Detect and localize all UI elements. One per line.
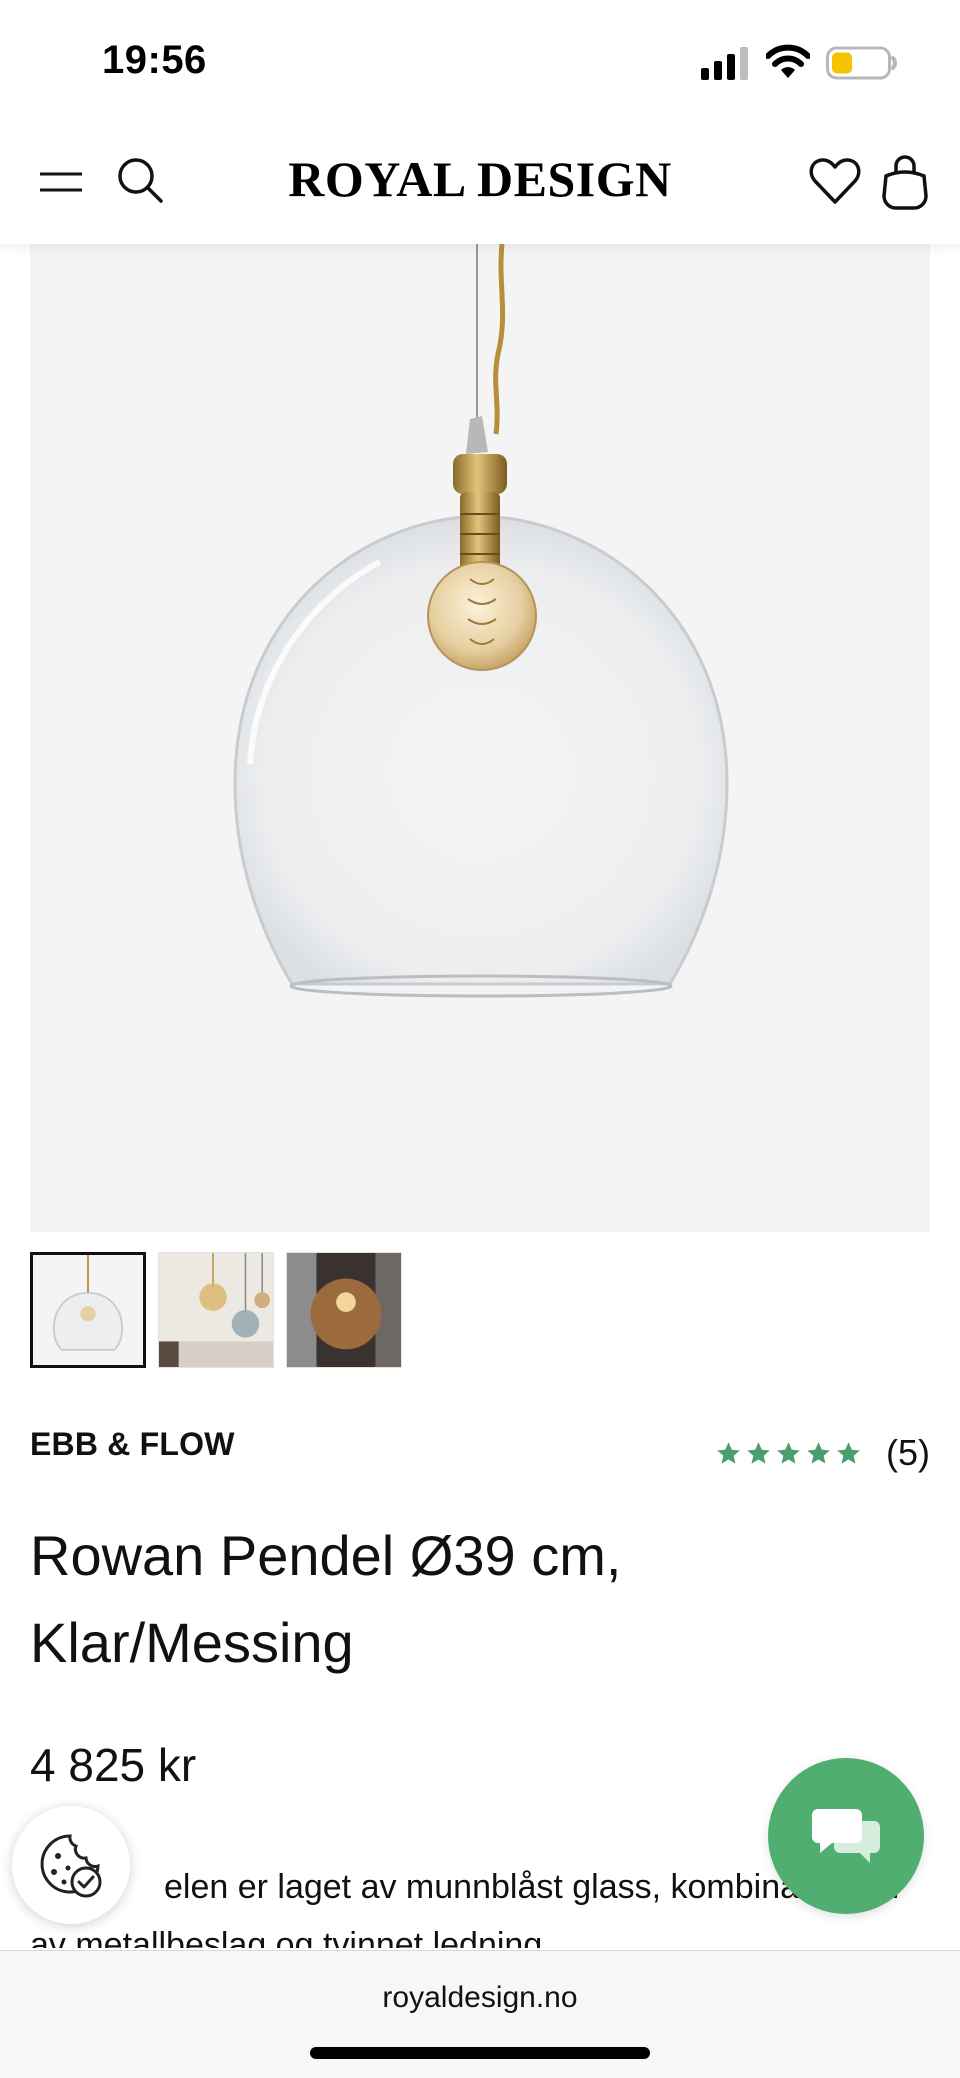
pendant-lamp-image	[30, 244, 930, 1232]
thumbnail-strip	[30, 1252, 402, 1368]
cookie-settings-button[interactable]	[12, 1806, 130, 1924]
chat-bubbles-icon	[812, 1809, 880, 1863]
status-time: 19:56	[102, 38, 207, 82]
star-icon	[777, 1441, 800, 1464]
cookie-settings-icon	[40, 1834, 102, 1898]
bag-icon[interactable]	[880, 152, 930, 210]
status-bar: 19:56	[0, 0, 960, 122]
thumbnail-2[interactable]	[158, 1252, 274, 1368]
home-indicator[interactable]	[310, 2047, 650, 2059]
signal-icon	[701, 47, 748, 80]
product-rating[interactable]: (5)	[715, 1432, 930, 1474]
star-icon	[837, 1441, 860, 1464]
product-title: Rowan Pendel Ø39 cm, Klar/Messing	[30, 1524, 622, 1674]
review-count: (5)	[886, 1432, 930, 1473]
chat-button[interactable]	[768, 1758, 924, 1914]
url-text[interactable]: royaldesign.no	[0, 1981, 960, 2015]
site-header: ROYAL DESIGN	[0, 122, 960, 244]
star-icon	[807, 1441, 830, 1464]
thumbnail-1[interactable]	[30, 1252, 146, 1368]
wifi-icon	[766, 44, 810, 78]
star-icon	[717, 1441, 740, 1464]
thumbnail-3[interactable]	[286, 1252, 402, 1368]
browser-url-bar: royaldesign.no	[0, 1950, 960, 2078]
product-main-image[interactable]	[30, 244, 930, 1232]
battery-icon	[826, 46, 897, 80]
product-brand[interactable]: EBB & FLOW	[30, 1426, 235, 1463]
star-icon	[747, 1441, 770, 1464]
heart-icon[interactable]	[808, 154, 862, 208]
rating-stars	[715, 1440, 862, 1467]
product-price: 4 825 kr	[30, 1739, 197, 1791]
